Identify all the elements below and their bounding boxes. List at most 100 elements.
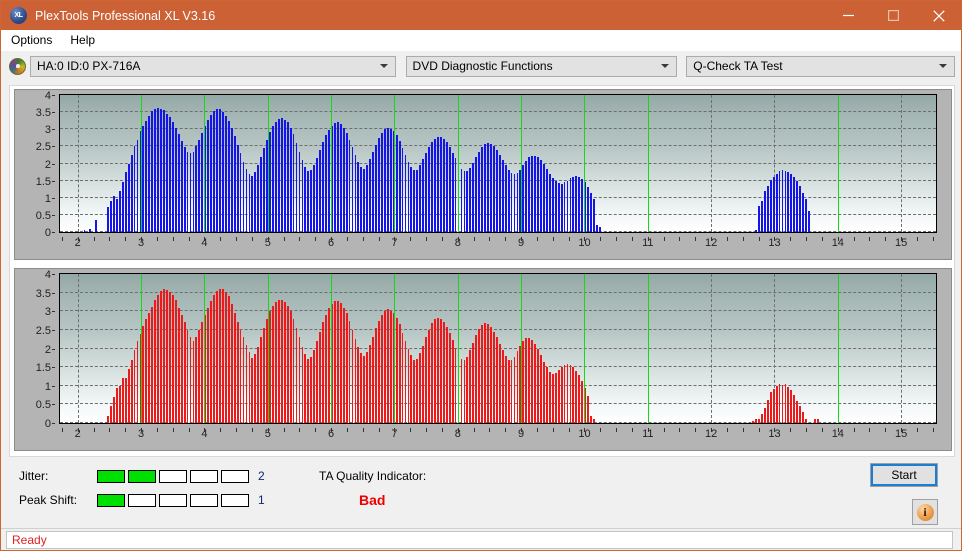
y-axis-tick [52,274,55,275]
x-axis-tick [125,237,127,241]
chart-bar [808,211,810,232]
chart-bar [269,311,271,423]
chart-bar [342,127,345,232]
x-axis-tick [109,237,111,241]
chart-bar [219,288,221,423]
chart-bar [531,340,534,423]
close-icon[interactable] [916,1,961,30]
chart-bar [254,354,257,423]
chart-bar [277,300,280,423]
y-axis-tick-label: 0.5 [35,399,51,412]
title-bar: XL PlexTools Professional XL V3.16 [1,1,961,30]
chart-bar [292,318,295,423]
chart-bar [142,125,145,232]
y-axis-tick [52,329,55,331]
marker-line [141,95,143,232]
info-button[interactable]: i [912,499,938,525]
chart-bar [248,352,251,423]
chart-bar [501,160,504,232]
meter-segment [190,493,218,507]
x-axis-tick [410,428,412,432]
chart-bar [431,323,433,423]
chart-bar [110,201,112,232]
marker-line [837,95,839,232]
x-axis-tick [885,428,887,432]
chart-bar [224,115,227,232]
menu-item-options[interactable]: Options [9,30,61,51]
chart-bar [369,159,372,232]
x-axis-tick [647,237,649,241]
chart-bar [283,119,286,232]
chart-bar [525,160,528,232]
function-select[interactable]: DVD Diagnostic Functions [405,55,678,77]
marker-line [647,95,649,232]
grid-line-horizontal [60,328,936,330]
x-axis-tick [220,428,222,432]
peak-shift-label: Peak Shift: [19,493,78,507]
function-select-value: DVD Diagnostic Functions [412,59,553,73]
chart-bar [168,117,171,232]
chart-bar [369,344,372,423]
chart-bar [425,337,428,423]
y-axis-tick [52,163,55,165]
menu-item-help[interactable]: Help [68,30,104,51]
chart-bar [587,187,590,232]
chart-bar [769,179,772,232]
drive-select[interactable]: HA:0 ID:0 PX-716A [30,55,396,77]
meter-segment [128,493,156,507]
chart-bar [260,337,263,423]
chart-bar [805,418,807,423]
x-axis-tick [172,237,174,241]
grid-line-vertical [901,274,903,423]
chart-bar [560,184,563,232]
x-axis-tick [711,428,713,432]
x-axis-tick [267,237,269,241]
x-axis-tick [853,237,855,241]
chart-bar [339,303,342,423]
chart-bar [345,132,348,232]
chart-bar [313,350,316,423]
chart-bottom-y-axis: 0 0.5 1 1.5 2 2.5 3 3.5 4 [15,269,55,430]
chart-bar [363,355,366,423]
x-axis-tick [394,428,396,432]
chart-bar [463,171,466,232]
test-select[interactable]: Q-Check TA Test [686,55,956,77]
chart-bar [336,122,339,232]
chart-bar [348,320,351,423]
chart-bar [366,165,369,232]
chart-bar [198,139,201,232]
toolbar: HA:0 ID:0 PX-716A DVD Diagnostic Functio… [1,51,961,81]
chart-bar [333,123,336,232]
x-axis-tick [394,237,396,241]
chart-bar [554,181,557,232]
chart-bar [83,229,86,232]
marker-line [394,95,396,232]
chart-bar [507,359,510,423]
chart-bar [475,157,478,232]
chart-bar [286,305,289,423]
start-button[interactable]: Start [870,463,938,487]
chart-bar [463,360,466,423]
chart-bar [407,161,410,232]
x-axis-tick [916,428,918,432]
chart-bar [260,156,263,232]
chart-bar [590,415,592,423]
chart-bar [428,147,430,232]
chart-bar [422,159,425,232]
chevron-down-icon [379,64,388,68]
maximize-icon[interactable] [871,1,916,30]
chart-bar [319,149,321,232]
chart-bar [439,318,442,423]
chart-bar [136,341,139,423]
x-axis-tick [188,237,190,241]
chart-bar [513,356,516,423]
chart-bar [219,109,221,232]
chart-bar [381,132,383,232]
chart-bar [475,335,478,423]
x-axis-tick [457,237,459,241]
chart-bar [563,182,566,232]
x-axis-tick [473,428,475,432]
chart-bar [336,300,339,423]
minimize-icon[interactable] [826,1,871,30]
chart-bar [233,136,236,232]
